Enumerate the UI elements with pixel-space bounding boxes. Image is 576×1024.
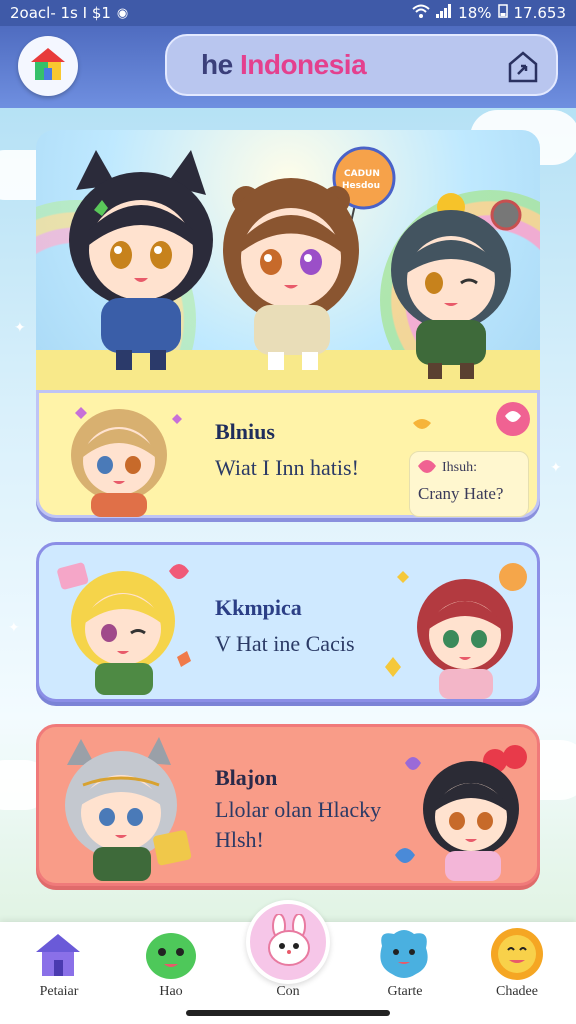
character-card-2[interactable]: Kkmpica V Hat ine Cacis bbox=[36, 542, 540, 702]
character-card-3[interactable]: Blajon Llolar olan Hlacky Hlsh! bbox=[36, 724, 540, 886]
card-title: Blajon bbox=[215, 765, 278, 790]
status-bar: 2oacl- 1s I $1 ◉ 18% 17.653 bbox=[0, 0, 576, 26]
quote-box: Ihsuh: Crany Hate? bbox=[409, 451, 529, 517]
sparkle-icon: ✦ bbox=[8, 620, 20, 636]
nav-item-home[interactable]: Petaiar bbox=[4, 922, 114, 1012]
card-subtitle: V Hat ine Cacis bbox=[215, 631, 355, 656]
heart-badge-icon bbox=[495, 401, 531, 441]
app-header: he Indonesia bbox=[0, 26, 576, 108]
house-icon bbox=[32, 930, 84, 984]
quote-line-1: Ihsuh: bbox=[442, 460, 477, 475]
nav-label: Chadee bbox=[496, 984, 538, 999]
silver-hair-character-avatar bbox=[65, 737, 192, 881]
battery-icon bbox=[497, 4, 508, 22]
heart-icon bbox=[416, 458, 438, 484]
page-title: he Indonesia bbox=[201, 49, 367, 80]
black-hair-character-avatar bbox=[395, 745, 527, 881]
svg-text:Hesdou: Hesdou bbox=[342, 181, 380, 191]
bottom-navigation: Petaiar Hao Con Gtarte Chadee bbox=[0, 900, 576, 1024]
cat-character-illustration bbox=[69, 150, 213, 370]
nav-item-chadee[interactable]: Chadee bbox=[462, 922, 572, 1012]
battery-text: 18% bbox=[458, 4, 492, 22]
nav-label: Hao bbox=[159, 984, 183, 999]
signal-icon bbox=[436, 4, 452, 22]
blue-blob-icon bbox=[374, 926, 434, 986]
card-title: Blnius bbox=[215, 419, 275, 444]
svg-text:CADUN: CADUN bbox=[344, 169, 380, 179]
title-bar: he Indonesia bbox=[165, 34, 558, 96]
bear-character-illustration: CADUN Hesdou bbox=[223, 146, 396, 370]
sparkle-icon: ✦ bbox=[550, 460, 562, 476]
nav-label: Gtarte bbox=[387, 984, 423, 999]
clock: 17.653 bbox=[513, 4, 567, 22]
home-button[interactable] bbox=[18, 36, 78, 96]
yellow-hair-character-avatar bbox=[57, 562, 191, 695]
hero-banner: CADUN Hesdou bbox=[36, 130, 540, 390]
nav-label: Petaiar bbox=[39, 984, 79, 999]
home-indicator[interactable] bbox=[186, 1010, 390, 1016]
card-subtitle-line-1: Llolar olan Hlacky bbox=[215, 797, 382, 822]
sparkle-icon: ✦ bbox=[14, 320, 26, 336]
card-subtitle-line-2: Hlsh! bbox=[215, 827, 264, 852]
wifi-icon bbox=[412, 4, 430, 22]
nav-item-hao[interactable]: Hao bbox=[116, 922, 226, 1012]
sun-face-icon bbox=[488, 926, 546, 986]
card-title: Kkmpica bbox=[215, 595, 302, 620]
nav-label: Con bbox=[276, 984, 300, 999]
heart-icon bbox=[411, 419, 433, 439]
grey-hair-character-illustration bbox=[391, 193, 522, 379]
character-card-1[interactable]: Blnius Wiat I Inn hatis! Ihsuh: Crany Ha… bbox=[36, 390, 540, 518]
share-button[interactable] bbox=[504, 48, 542, 86]
nav-item-gtarte[interactable]: Gtarte bbox=[350, 922, 460, 1012]
status-left-text: 2oacl- 1s I $1 bbox=[10, 4, 111, 22]
blonde-character-avatar bbox=[71, 407, 182, 517]
card-subtitle: Wiat I Inn hatis! bbox=[215, 455, 359, 480]
quote-line-2: Crany Hate? bbox=[418, 484, 504, 503]
red-hair-character-avatar bbox=[385, 563, 527, 699]
nav-item-con-label-wrap: Con bbox=[233, 922, 343, 1012]
green-blob-icon bbox=[142, 926, 200, 986]
circle-icon: ◉ bbox=[116, 5, 129, 21]
share-icon bbox=[504, 51, 542, 90]
house-icon bbox=[29, 46, 67, 86]
